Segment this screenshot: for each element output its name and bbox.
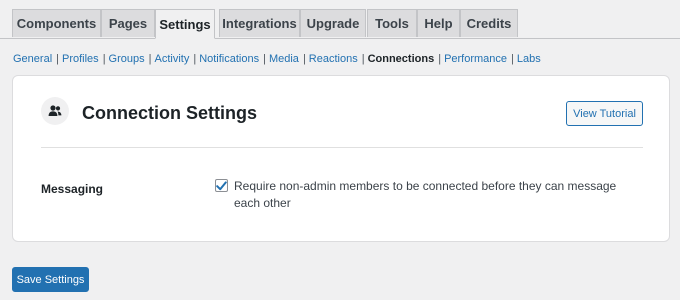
subnav-performance[interactable]: Performance	[444, 53, 507, 65]
connection-settings-panel: Connection Settings View Tutorial Messag…	[12, 75, 670, 242]
save-settings-button[interactable]: Save Settings	[12, 267, 89, 292]
subnav-separator: |	[148, 53, 152, 65]
tab-help[interactable]: Help	[417, 9, 460, 37]
subnav-notifications[interactable]: Notifications	[199, 53, 259, 65]
subnav-separator: |	[438, 53, 442, 65]
subnav-separator: |	[263, 53, 266, 65]
tab-pages[interactable]: Pages	[101, 9, 155, 37]
tab-integrations[interactable]: Integrations	[219, 9, 300, 37]
subnav-media[interactable]: Media	[269, 53, 299, 65]
settings-tab-bar: Components Pages Settings Integrations U…	[0, 0, 680, 39]
subnav-labs[interactable]: Labs	[517, 53, 541, 65]
subnav-separator: |	[302, 53, 306, 65]
subnav-separator: |	[361, 53, 365, 65]
subnav-separator: |	[193, 53, 197, 65]
checkmark-icon	[216, 180, 227, 190]
subnav-profiles[interactable]: Profiles	[62, 53, 99, 65]
subnav-activity[interactable]: Activity	[154, 53, 189, 65]
tab-upgrade[interactable]: Upgrade	[300, 9, 366, 37]
tab-components[interactable]: Components	[12, 9, 101, 37]
require-connection-checkbox[interactable]	[215, 179, 228, 192]
subnav-separator: |	[56, 53, 59, 65]
messaging-label: Messaging	[41, 182, 104, 196]
group-users-icon	[41, 97, 69, 125]
subnav-general[interactable]: General	[13, 53, 52, 65]
tab-credits[interactable]: Credits	[460, 9, 518, 37]
tab-tools[interactable]: Tools	[367, 9, 417, 37]
settings-subnav: General | Profiles | Groups | Activity |…	[13, 51, 541, 67]
subnav-reactions[interactable]: Reactions	[309, 53, 358, 65]
subnav-groups[interactable]: Groups	[109, 53, 145, 65]
subnav-connections[interactable]: Connections	[368, 53, 435, 65]
require-connection-label[interactable]: Require non-admin members to be connecte…	[234, 178, 644, 212]
view-tutorial-button[interactable]: View Tutorial	[566, 101, 643, 126]
tab-settings[interactable]: Settings	[155, 9, 215, 39]
subnav-separator: |	[511, 53, 514, 65]
subnav-separator: |	[102, 53, 106, 65]
panel-title: Connection Settings	[82, 103, 257, 123]
panel-divider	[41, 147, 643, 148]
